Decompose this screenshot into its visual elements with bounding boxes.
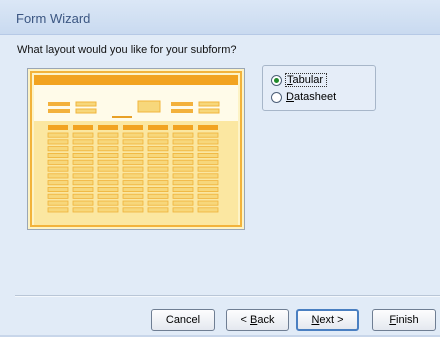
next-button-label: Next > xyxy=(311,314,344,326)
cancel-button[interactable]: Cancel xyxy=(151,309,215,331)
finish-button-label: Finish xyxy=(389,314,419,326)
button-area-separator xyxy=(15,295,440,297)
title-bar: Form Wizard xyxy=(0,0,440,35)
window-title: Form Wizard xyxy=(16,11,91,26)
finish-button[interactable]: Finish xyxy=(372,309,436,331)
tabular-layout-preview-image xyxy=(28,69,244,229)
layout-option-tabular[interactable]: Tabular xyxy=(271,73,328,87)
back-button[interactable]: < Back xyxy=(226,309,289,331)
layout-prompt: What layout would you like for your subf… xyxy=(17,44,237,56)
cancel-button-label: Cancel xyxy=(165,314,201,326)
layout-preview xyxy=(27,68,245,230)
next-button[interactable]: Next > xyxy=(296,309,359,331)
layout-option-tabular-label: Tabular xyxy=(285,73,328,87)
form-wizard-window: Form Wizard What layout would you like f… xyxy=(0,0,440,337)
radio-selected-icon[interactable] xyxy=(271,74,282,86)
back-button-label: < Back xyxy=(240,314,275,326)
layout-option-datasheet-label: Datasheet xyxy=(286,91,337,103)
layout-option-datasheet[interactable]: Datasheet xyxy=(271,91,339,103)
layout-options-group: Tabular Datasheet xyxy=(262,65,376,111)
radio-unselected-icon[interactable] xyxy=(271,91,282,103)
